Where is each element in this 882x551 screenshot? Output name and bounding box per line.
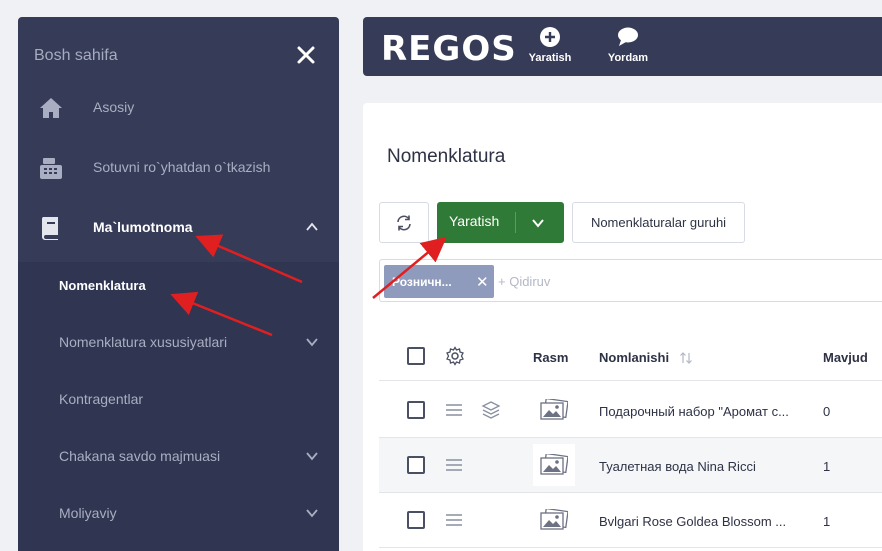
sidebar-subitem-label: Nomenklatura xususiyatlari	[59, 334, 228, 350]
sidebar-subitem-retail[interactable]: Chakana savdo majmuasi	[18, 438, 339, 474]
column-header-stock: Mavjud	[823, 350, 868, 365]
image-placeholder-icon	[533, 499, 575, 541]
filter-chip[interactable]: Розничн... ✕	[384, 265, 494, 298]
select-all-checkbox[interactable]	[407, 347, 425, 365]
cell-stock: 1	[823, 459, 831, 474]
drag-handle-icon[interactable]	[445, 403, 463, 417]
sort-icon[interactable]	[679, 351, 693, 365]
sidebar-subitem-label: Nomenklatura	[59, 277, 146, 293]
image-placeholder-icon	[533, 389, 575, 431]
sidebar-subitem-contragents[interactable]: Kontragentlar	[18, 381, 339, 417]
sidebar-item-reference[interactable]: Ma`lumotnoma	[18, 207, 339, 247]
button-divider	[515, 212, 516, 233]
sidebar: Bosh sahifa Asosiy Sotuvni ro`yhatdan o`…	[18, 17, 339, 551]
sidebar-subitem-properties[interactable]: Nomenklatura xususiyatlari	[18, 324, 339, 360]
create-button-label: Yaratish	[449, 213, 500, 229]
groups-button[interactable]: Nomenklaturalar guruhi	[572, 202, 745, 243]
sidebar-subitem-label: Chakana savdo majmuasi	[59, 448, 221, 464]
filter-bar: Розничн... ✕	[379, 259, 882, 302]
image-placeholder-icon	[533, 444, 575, 486]
drag-handle-icon[interactable]	[445, 458, 463, 472]
sidebar-item-label: Ma`lumotnoma	[93, 219, 193, 235]
topbar-create-label: Yaratish	[528, 52, 572, 64]
top-bar: REGOS Yaratish Yordam	[363, 17, 882, 76]
page-title: Nomenklatura	[387, 146, 506, 167]
cell-name: Подарочный набор "Аромат с...	[599, 404, 789, 419]
gear-icon[interactable]	[445, 346, 465, 366]
sidebar-header: Bosh sahifa	[34, 47, 118, 64]
topbar-help-label: Yordam	[607, 52, 649, 64]
sidebar-subitem-label: Kontragentlar	[59, 391, 144, 407]
row-checkbox[interactable]	[407, 511, 425, 529]
filter-chip-label: Розничн...	[392, 275, 452, 289]
sidebar-item-label: Sotuvni ro`yhatdan o`tkazish	[93, 159, 271, 175]
row-checkbox[interactable]	[407, 456, 425, 474]
cell-name: Bvlgari Rose Goldea Blossom ...	[599, 514, 787, 529]
cash-register-icon	[40, 158, 62, 179]
table-row[interactable]: Bvlgari Rose Goldea Blossom ... 1	[379, 493, 882, 548]
row-checkbox[interactable]	[407, 401, 425, 419]
sidebar-submenu: Nomenklatura Nomenklatura xususiyatlari …	[18, 262, 339, 551]
book-icon	[41, 217, 58, 240]
chevron-down-icon[interactable]	[531, 216, 545, 230]
table-header: Rasm Nomlanishi Mavjud	[379, 331, 882, 381]
search-input[interactable]	[498, 271, 698, 291]
column-header-image: Rasm	[533, 350, 569, 365]
home-icon	[40, 98, 62, 118]
layers-icon[interactable]	[481, 400, 501, 420]
sidebar-subitem-label: Moliyaviy	[59, 505, 117, 521]
refresh-button[interactable]	[379, 202, 429, 243]
chevron-down-icon	[306, 338, 318, 347]
topbar-create-button[interactable]: Yaratish	[520, 26, 580, 64]
sidebar-subitem-finance[interactable]: Moliyaviy	[18, 495, 339, 531]
chevron-down-icon	[306, 509, 318, 518]
sidebar-subitem-nomenklatura[interactable]: Nomenklatura	[18, 267, 339, 303]
table-row[interactable]: Подарочный набор "Аромат с... 0	[379, 383, 882, 438]
sidebar-item-asosiy[interactable]: Asosiy	[18, 87, 339, 127]
column-header-name[interactable]: Nomlanishi	[599, 350, 669, 365]
table-row[interactable]: Туалетная вода Nina Ricci 1	[379, 438, 882, 493]
refresh-icon	[397, 215, 411, 230]
cell-stock: 0	[823, 404, 831, 419]
topbar-help-button[interactable]: Yordam	[598, 26, 658, 64]
create-button[interactable]: Yaratish	[437, 202, 564, 243]
close-icon[interactable]: ✕	[476, 273, 489, 291]
plus-circle-icon	[540, 27, 560, 47]
app-logo[interactable]: REGOS	[381, 29, 517, 69]
sidebar-item-sales[interactable]: Sotuvni ro`yhatdan o`tkazish	[18, 147, 339, 187]
cell-stock: 1	[823, 514, 831, 529]
chat-bubble-icon	[618, 27, 638, 46]
chevron-up-icon[interactable]	[305, 220, 319, 234]
main-card: Nomenklatura Yaratish Nomenklaturalar gu…	[363, 103, 882, 551]
cell-name: Туалетная вода Nina Ricci	[599, 459, 756, 474]
drag-handle-icon[interactable]	[445, 513, 463, 527]
close-icon[interactable]	[295, 44, 317, 66]
sidebar-item-label: Asosiy	[93, 99, 135, 115]
chevron-down-icon	[306, 452, 318, 461]
